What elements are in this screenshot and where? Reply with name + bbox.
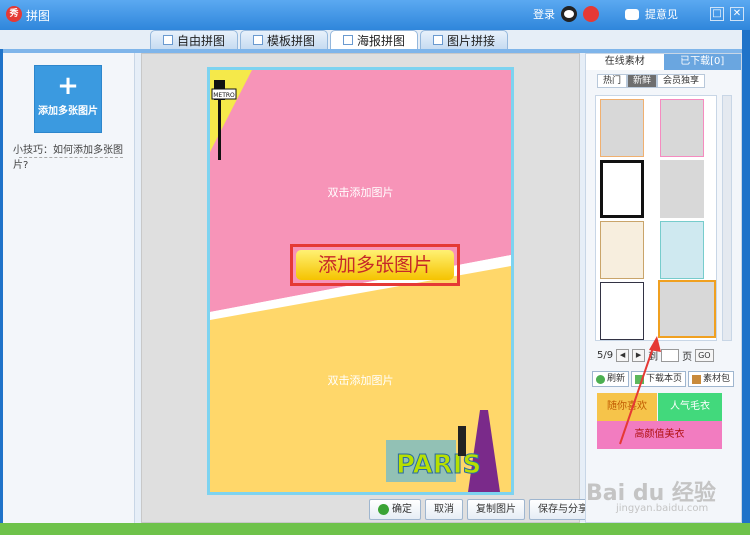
feedback-icon	[625, 8, 639, 20]
lamp-post	[218, 100, 221, 160]
confirm-button[interactable]: 确定	[369, 499, 421, 520]
page-indicator: 5/9	[597, 350, 614, 361]
cancel-button[interactable]: 取消	[425, 499, 463, 520]
template-thumb[interactable]	[660, 221, 704, 279]
app-logo-icon: 秀	[6, 6, 22, 22]
canvas-area: METRO PARIS 双击添加图片 双击添加图片 添加多张图片	[141, 53, 580, 523]
close-button[interactable]: ✕	[730, 7, 744, 21]
template-thumb[interactable]	[600, 160, 644, 218]
right-panel: 在线素材 已下载[0] 热门 新鲜 会员独享 5/9 ◀ ▶ 到 页 GO 刷新…	[585, 53, 742, 523]
material-actions: 刷新 下载本页 素材包	[592, 371, 735, 387]
template-collage-icon	[253, 35, 264, 45]
template-thumb[interactable]	[660, 160, 704, 218]
free-collage-icon	[163, 35, 173, 45]
filter-hot[interactable]: 热门	[597, 74, 628, 88]
image-stitch-icon	[433, 35, 444, 45]
tab-image-stitch[interactable]: 图片拼接	[420, 30, 509, 49]
add-images-label: 添加多张图片	[38, 106, 98, 117]
package-label: 素材包	[703, 374, 731, 384]
tab-label: 模板拼图	[267, 33, 316, 48]
login-link[interactable]: 登录	[533, 6, 555, 22]
next-page-button[interactable]: ▶	[632, 349, 646, 362]
tab-template-collage[interactable]: 模板拼图	[240, 30, 329, 49]
download-icon	[635, 374, 645, 384]
refresh-label: 刷新	[607, 374, 626, 384]
template-grid	[595, 95, 717, 341]
tip-divider	[19, 157, 123, 158]
maximize-button[interactable]: □	[710, 7, 724, 21]
template-scrollbar[interactable]	[722, 95, 732, 341]
download-label: 下载本页	[646, 374, 683, 384]
desktop-edge-right	[742, 30, 750, 523]
promo-banner-3[interactable]: 高颜值美衣	[597, 421, 722, 449]
feedback-link[interactable]: 提意见	[645, 6, 678, 22]
go-button[interactable]: GO	[695, 349, 714, 362]
material-filter: 热门 新鲜 会员独享	[597, 74, 706, 88]
pager: 5/9 ◀ ▶ 到 页 GO	[597, 348, 714, 363]
confirm-label: 确定	[392, 504, 412, 515]
qq-icon[interactable]	[561, 6, 577, 22]
filter-new[interactable]: 新鲜	[627, 74, 658, 88]
filter-vip[interactable]: 会员独享	[657, 74, 706, 88]
page-number-input[interactable]	[661, 349, 680, 362]
tab-label: 海报拼图	[357, 33, 406, 48]
add-images-button[interactable]: + 添加多张图片	[34, 65, 102, 133]
check-icon	[378, 504, 389, 515]
bottom-actions: 确定 取消 复制图片 保存与分享	[369, 499, 597, 520]
dress-form	[458, 426, 466, 456]
tab-poster-collage[interactable]: 海报拼图	[330, 30, 419, 49]
tab-free-collage[interactable]: 自由拼图	[150, 30, 239, 49]
title-bar: 秀 拼图 登录 提意见 □ ✕	[0, 0, 750, 30]
tab-downloaded[interactable]: 已下载[0]	[663, 54, 741, 70]
desktop-background	[0, 523, 750, 535]
placeholder-top[interactable]: 双击添加图片	[210, 184, 511, 200]
template-thumb[interactable]	[600, 221, 644, 279]
add-multiple-highlight: 添加多张图片	[290, 244, 460, 286]
poster-collage-icon	[343, 35, 354, 45]
tab-label: 自由拼图	[177, 33, 226, 48]
template-thumb-selected[interactable]	[658, 280, 716, 338]
window-title: 拼图	[26, 9, 51, 23]
poster-canvas[interactable]: METRO PARIS 双击添加图片 双击添加图片 添加多张图片	[207, 67, 514, 495]
add-multiple-button[interactable]: 添加多张图片	[296, 250, 454, 280]
goto-label: 到	[648, 352, 659, 363]
page-label: 页	[682, 352, 693, 363]
promo-banner-1[interactable]: 随你喜欢	[597, 393, 657, 421]
template-thumb[interactable]	[600, 99, 644, 157]
titlebar-actions: 登录 提意见 □ ✕	[533, 5, 750, 23]
paris-text: PARIS	[396, 450, 481, 480]
refresh-icon	[596, 374, 605, 384]
watermark-url: jingyan.baidu.com	[616, 503, 709, 514]
promo-banner-2[interactable]: 人气毛衣	[658, 393, 722, 421]
material-tabs: 在线素材 已下载[0]	[586, 54, 741, 70]
template-thumb[interactable]	[600, 282, 644, 340]
prev-page-button[interactable]: ◀	[616, 349, 630, 362]
copy-image-button[interactable]: 复制图片	[467, 499, 525, 520]
tab-online-materials[interactable]: 在线素材	[586, 54, 664, 70]
app-window: 秀 拼图 登录 提意见 □ ✕ 自由拼图 模板拼图 海报拼图 图片拼接 + 添加…	[0, 0, 750, 535]
plus-icon: +	[57, 71, 79, 101]
tab-label: 图片拼接	[447, 33, 496, 48]
weibo-icon[interactable]	[583, 6, 599, 22]
metro-sign-text: METRO	[213, 92, 235, 99]
template-thumb[interactable]	[660, 99, 704, 157]
refresh-button[interactable]: 刷新	[592, 371, 630, 387]
left-panel: + 添加多张图片 小技巧：如何添加多张图片?	[3, 53, 135, 523]
material-package-button[interactable]: 素材包	[688, 371, 735, 387]
download-page-button[interactable]: 下载本页	[631, 371, 687, 387]
promo-banners: 随你喜欢 人气毛衣 高颜值美衣	[597, 393, 722, 449]
package-icon	[692, 374, 702, 384]
mode-tabs: 自由拼图 模板拼图 海报拼图 图片拼接	[150, 30, 509, 49]
tip-link[interactable]: 小技巧：如何添加多张图片?	[13, 141, 134, 171]
placeholder-bottom[interactable]: 双击添加图片	[210, 372, 511, 388]
